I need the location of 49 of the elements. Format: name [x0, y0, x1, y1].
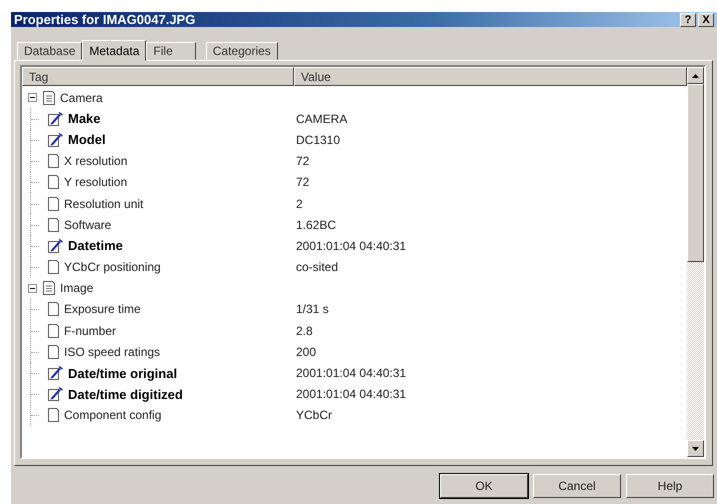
- value-text: 2001:01:04 04:40:31: [296, 366, 406, 380]
- dialog-button[interactable]: Help: [626, 474, 714, 498]
- value-text: 72: [296, 154, 310, 168]
- help-button[interactable]: ?: [680, 12, 696, 26]
- document-icon: [43, 281, 55, 296]
- tag-label: Datetime: [68, 238, 123, 254]
- tag-label: Date/time original: [68, 366, 178, 381]
- value-text: 2: [296, 196, 303, 211]
- scroll-down-icon: [692, 446, 699, 450]
- value-text: 2.8: [296, 324, 313, 338]
- value-text: DC1310: [296, 132, 340, 147]
- value-text: 1.62BC: [296, 218, 336, 232]
- collapse-icon[interactable]: [28, 93, 37, 102]
- tag-label: Exposure time: [64, 302, 141, 316]
- group-label[interactable]: Camera: [60, 90, 103, 105]
- value-text: 72: [296, 175, 310, 190]
- tag-label: Make: [68, 111, 101, 126]
- tag-label: Component config: [64, 408, 162, 422]
- dialog-button[interactable]: Cancel: [533, 474, 621, 498]
- value-text: 2001:01:04 04:40:31: [296, 238, 406, 253]
- tag-label: YCbCr positioning: [64, 260, 161, 274]
- scroll-up-icon: [692, 74, 699, 78]
- value-text: 1/31 s: [296, 302, 329, 316]
- window-title: Properties for IMAG0047.JPG: [14, 12, 196, 27]
- column-header[interactable]: Value: [294, 67, 687, 86]
- value-text: YCbCr: [296, 408, 332, 422]
- tag-label: Model: [68, 132, 106, 148]
- document-icon: [43, 90, 55, 105]
- tag-label: Y resolution: [64, 175, 128, 190]
- value-text: 2001:01:04 04:40:31: [296, 387, 406, 402]
- scrollbar[interactable]: [687, 67, 704, 457]
- tag-label: Date/time digitized: [68, 386, 183, 402]
- tag-label: ISO speed ratings: [64, 344, 160, 359]
- close-button[interactable]: X: [698, 12, 714, 26]
- tab[interactable]: File: [146, 42, 196, 60]
- column-header[interactable]: Tag: [22, 67, 294, 86]
- tab[interactable]: Metadata: [82, 40, 146, 61]
- tag-label: X resolution: [64, 154, 128, 168]
- dialog-button[interactable]: OK: [440, 474, 528, 498]
- value-text: 200: [296, 344, 316, 359]
- tag-label: F-number: [64, 324, 116, 338]
- value-text: co-sited: [296, 260, 338, 274]
- tab[interactable]: Database: [17, 42, 82, 60]
- tag-label: Resolution unit: [64, 196, 144, 211]
- value-text: CAMERA: [296, 112, 348, 126]
- collapse-icon[interactable]: [28, 284, 37, 293]
- group-label[interactable]: Image: [60, 281, 94, 296]
- tag-label: Software: [64, 218, 112, 232]
- tab[interactable]: Categories: [206, 42, 278, 60]
